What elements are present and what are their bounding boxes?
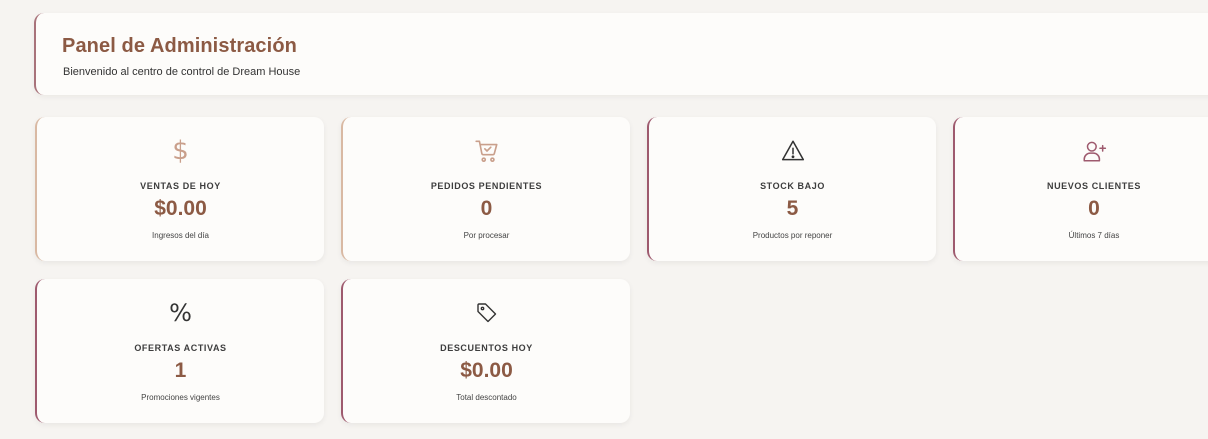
stat-label: NUEVOS CLIENTES (1046, 181, 1141, 191)
stat-card-ofertas-activas[interactable]: % OFERTAS ACTIVAS 1 Promociones vigentes (35, 279, 324, 423)
page-subtitle: Bienvenido al centro de control de Dream… (63, 66, 301, 78)
stat-label: PEDIDOS PENDIENTES (430, 181, 543, 191)
stat-caption: Ingresos del día (152, 231, 209, 240)
shopping-cart-icon (343, 137, 630, 165)
user-plus-icon (955, 137, 1208, 165)
stat-label: DESCUENTOS HOY (440, 343, 533, 353)
stat-label: STOCK BAJO (760, 181, 825, 191)
stat-value: 5 (786, 197, 799, 220)
tag-icon (343, 299, 630, 327)
stat-label: VENTAS DE HOY (140, 181, 221, 191)
stat-caption: Promociones vigentes (141, 393, 220, 402)
stat-card-pedidos-pendientes[interactable]: PEDIDOS PENDIENTES 0 Por procesar (341, 117, 630, 261)
stat-caption: Últimos 7 días (1068, 231, 1120, 240)
stat-value: 0 (480, 197, 493, 220)
stat-card-nuevos-clientes[interactable]: NUEVOS CLIENTES 0 Últimos 7 días (953, 117, 1208, 261)
stat-caption: Productos por reponer (752, 231, 833, 240)
stat-caption: Total descontado (456, 393, 517, 402)
stat-value: 1 (174, 359, 187, 382)
stat-card-stock-bajo[interactable]: STOCK BAJO 5 Productos por reponer (647, 117, 936, 261)
stat-label: OFERTAS ACTIVAS (134, 343, 227, 353)
dollar-icon: $ (172, 136, 189, 166)
stat-caption: Por procesar (463, 231, 510, 240)
page-title: Panel de Administración (62, 35, 297, 57)
stat-value: $0.00 (154, 197, 207, 220)
stat-card-descuentos-hoy[interactable]: DESCUENTOS HOY $0.00 Total descontado (341, 279, 630, 423)
stat-value: 0 (1088, 197, 1100, 220)
warning-icon (649, 137, 936, 165)
dashboard-header: Panel de Administración Bienvenido al ce… (34, 13, 1208, 95)
stat-card-ventas-hoy[interactable]: $ VENTAS DE HOY $0.00 Ingresos del día (35, 117, 324, 261)
stat-value: $0.00 (460, 359, 513, 382)
percent-icon: % (169, 299, 192, 327)
